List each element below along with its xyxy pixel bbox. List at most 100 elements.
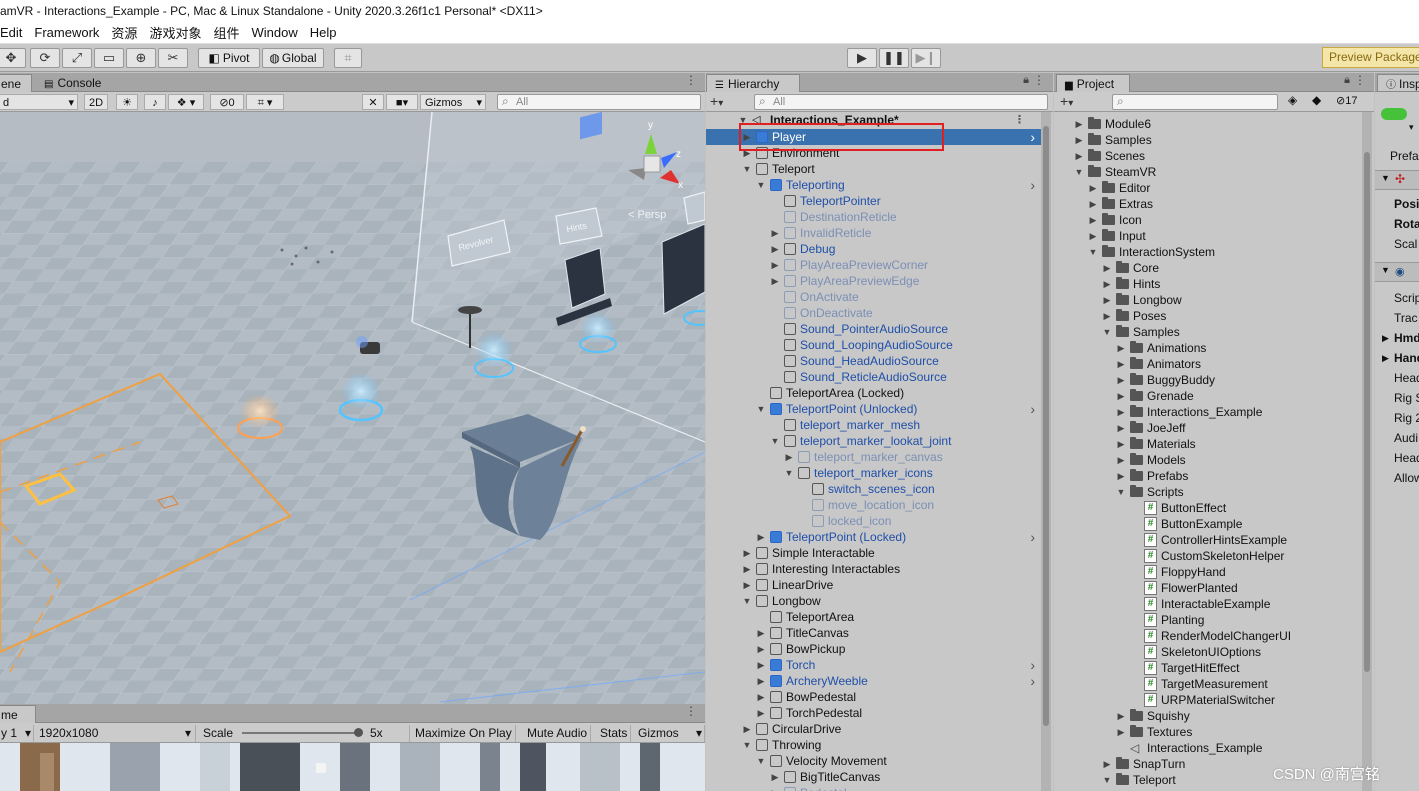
lighting-icon[interactable]: ☀ (116, 94, 138, 110)
create-dropdown[interactable]: +▾ (710, 93, 723, 109)
game-gizmos-dropdown[interactable]: Gizmos ▾ (635, 725, 705, 742)
chevron-right-icon[interactable]: ▶ (1088, 212, 1098, 228)
2d-toggle[interactable]: 2D (84, 94, 108, 110)
chevron-right-icon[interactable]: ▶ (756, 529, 766, 545)
search-by-type-icon[interactable]: ◈ (1288, 93, 1297, 107)
search-by-label-icon[interactable]: ◆ (1312, 93, 1321, 107)
project-scroll-thumb[interactable] (1364, 152, 1370, 672)
hierarchy-row[interactable]: Sound_PointerAudioSource (706, 321, 1041, 337)
scale-slider[interactable]: Scale 5x (200, 725, 410, 742)
chevron-down-icon[interactable]: ▼ (1074, 164, 1084, 180)
chevron-right-icon[interactable]: ▶ (1102, 308, 1112, 324)
grid-snap-icon[interactable]: ⌗ (334, 48, 362, 68)
chevron-down-icon[interactable]: ▼ (1102, 772, 1112, 788)
hierarchy-row[interactable]: ▼ TeleportPoint (Unlocked) › (706, 401, 1041, 417)
chevron-right-icon[interactable]: ▶ (1102, 292, 1112, 308)
chevron-right-icon[interactable]: ▶ (756, 689, 766, 705)
audio-icon[interactable]: ♪ (144, 94, 166, 110)
panel-menu-icon[interactable]: ⋮ (1354, 73, 1366, 87)
gizmos-dropdown[interactable]: Gizmos ▾ (420, 94, 486, 110)
chevron-down-icon[interactable]: ▼ (756, 177, 766, 193)
hierarchy-row[interactable]: OnActivate (706, 289, 1041, 305)
chevron-right-icon[interactable]: ▶ (756, 641, 766, 657)
hierarchy-row[interactable]: ▼ Throwing (706, 737, 1041, 753)
chevron-right-icon[interactable]: ▶ (1102, 276, 1112, 292)
tools-icon[interactable]: ✕ (362, 94, 384, 110)
hierarchy-row[interactable]: switch_scenes_icon (706, 481, 1041, 497)
project-search-input[interactable] (1112, 94, 1278, 110)
chevron-down-icon[interactable]: ▼ (742, 161, 752, 177)
hierarchy-scrollbar[interactable] (1041, 112, 1051, 791)
component-header[interactable]: ▼ ◉ (1375, 262, 1419, 282)
chevron-right-icon[interactable]: ▶ (742, 721, 752, 737)
hierarchy-row[interactable]: ▶ InvalidReticle (706, 225, 1041, 241)
hierarchy-row[interactable]: ▶ PlayAreaPreviewCorner (706, 257, 1041, 273)
hierarchy-row[interactable]: Sound_LoopingAudioSource (706, 337, 1041, 353)
hierarchy-row[interactable]: ▶ TitleCanvas (706, 625, 1041, 641)
menu-item[interactable]: 组件 (207, 23, 245, 42)
hierarchy-row[interactable]: ▶ TeleportPoint (Locked) › (706, 529, 1041, 545)
resolution-dropdown[interactable]: 1920x1080 ▾ (36, 725, 196, 742)
hierarchy-row[interactable]: ▼ teleport_marker_icons (706, 465, 1041, 481)
chevron-right-icon[interactable]: ▶ (756, 625, 766, 641)
chevron-right-icon[interactable]: ▶ (1116, 340, 1126, 356)
chevron-down-icon[interactable]: ▾ (1409, 122, 1414, 133)
chevron-right-icon[interactable]: ▶ (1088, 180, 1098, 196)
chevron-right-icon[interactable]: ▶ (1116, 724, 1126, 740)
hierarchy-row[interactable]: ▶ Torch › (706, 657, 1041, 673)
grid-dropdown[interactable]: ⌗ ▾ (246, 94, 284, 110)
hierarchy-row[interactable]: ▶ Pedestal (706, 785, 1041, 791)
tab-project[interactable]: ▆ Project (1056, 74, 1130, 92)
hierarchy-row[interactable]: TeleportPointer (706, 193, 1041, 209)
hierarchy-row[interactable]: ▶ teleport_marker_canvas (706, 449, 1041, 465)
chevron-right-icon[interactable]: ▶ (770, 257, 780, 273)
hierarchy-search-input[interactable]: All (754, 94, 1048, 110)
effects-dropdown[interactable]: ❖ ▾ (168, 94, 204, 110)
chevron-right-icon[interactable]: ▶ (770, 785, 780, 791)
chevron-right-icon[interactable]: › (1030, 129, 1035, 145)
lock-icon[interactable]: 🔒︎ (1023, 74, 1029, 87)
hierarchy-row[interactable]: ▶ LinearDrive (706, 577, 1041, 593)
chevron-down-icon[interactable]: ▼ (1381, 265, 1390, 275)
custom-tool-icon[interactable]: ✂ (158, 48, 188, 68)
chevron-right-icon[interactable]: ▶ (1074, 132, 1084, 148)
hierarchy-row[interactable]: ▼ Longbow (706, 593, 1041, 609)
hierarchy-row[interactable]: Sound_HeadAudioSource (706, 353, 1041, 369)
hierarchy-row[interactable]: ▶ CircularDrive (706, 721, 1041, 737)
hierarchy-row[interactable]: ▶ BigTitleCanvas (706, 769, 1041, 785)
move-tool-icon[interactable]: ✥ (0, 48, 26, 68)
chevron-right-icon[interactable]: ▶ (742, 545, 752, 561)
hierarchy-row[interactable]: ▼ teleport_marker_lookat_joint (706, 433, 1041, 449)
hierarchy-row[interactable]: TeleportArea (Locked) (706, 385, 1041, 401)
panel-menu-icon[interactable]: ⋮ (1033, 73, 1045, 87)
scene-menu-icon[interactable]: ⋮ (1014, 112, 1025, 128)
hierarchy-row[interactable]: ▶ Simple Interactable (706, 545, 1041, 561)
hierarchy-row[interactable]: ▶ BowPickup (706, 641, 1041, 657)
chevron-right-icon[interactable]: ▶ (1116, 356, 1126, 372)
chevron-down-icon[interactable]: ▼ (756, 401, 766, 417)
chevron-right-icon[interactable]: › (1030, 401, 1035, 417)
tab-console[interactable]: ▤ Console (36, 74, 109, 92)
chevron-right-icon[interactable]: ▶ (770, 273, 780, 289)
scene-viewport[interactable]: Revolver Hints y z x < Persp (0, 112, 705, 704)
chevron-right-icon[interactable]: ▶ (784, 449, 794, 465)
menu-item[interactable]: Edit (0, 25, 28, 40)
hierarchy-row[interactable]: ▼ Teleporting › (706, 177, 1041, 193)
rect-tool-icon[interactable]: ▭ (94, 48, 124, 68)
play-button[interactable]: ▶ (847, 48, 877, 68)
chevron-right-icon[interactable]: ▶ (756, 673, 766, 689)
project-scrollbar[interactable] (1362, 112, 1372, 791)
persp-label[interactable]: < Persp (628, 209, 666, 221)
tab-inspector[interactable]: ⓘInsp (1377, 74, 1419, 91)
chevron-right-icon[interactable]: ▶ (1116, 388, 1126, 404)
chevron-right-icon[interactable]: ▶ (1116, 452, 1126, 468)
chevron-right-icon[interactable]: ▶ (770, 241, 780, 257)
chevron-right-icon[interactable]: ▶ (1382, 353, 1389, 364)
menu-item[interactable]: 游戏对象 (143, 23, 207, 42)
maximize-on-play-toggle[interactable]: Maximize On Play (412, 725, 516, 742)
rotate-tool-icon[interactable]: ⟳ (30, 48, 60, 68)
hierarchy-row[interactable]: TeleportArea (706, 609, 1041, 625)
menu-item[interactable]: Help (304, 25, 343, 40)
chevron-right-icon[interactable]: ▶ (756, 657, 766, 673)
chevron-down-icon[interactable]: ▼ (1088, 244, 1098, 260)
